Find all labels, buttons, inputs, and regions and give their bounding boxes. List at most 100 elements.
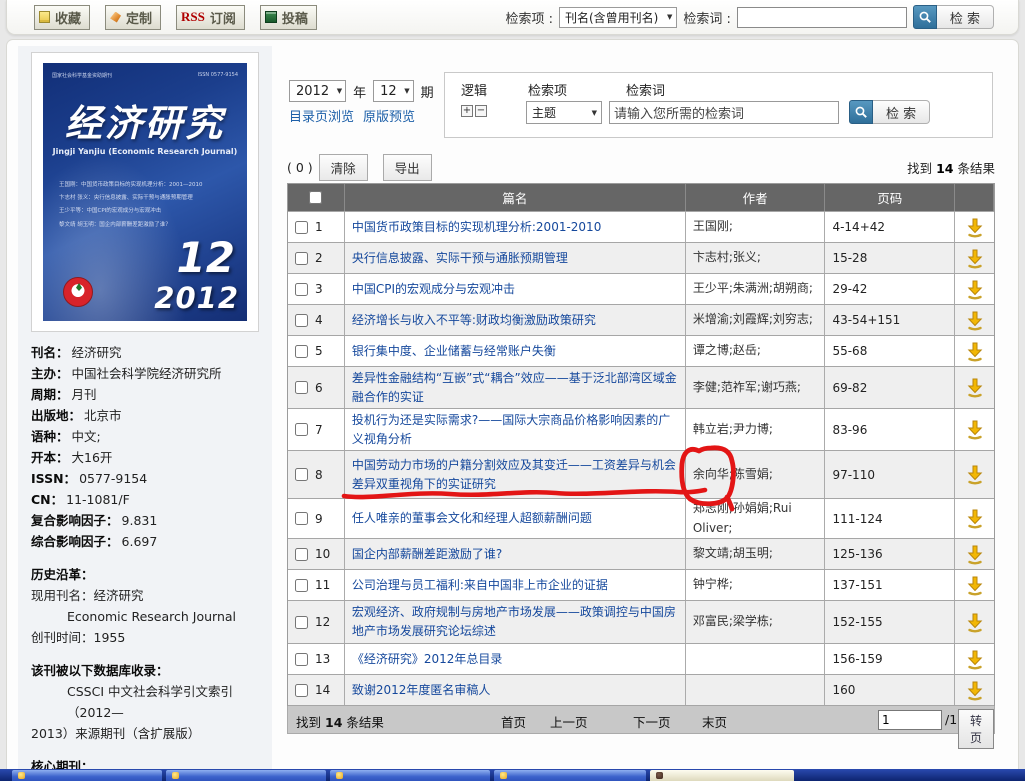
article-title-link[interactable]: 中国货币政策目标的实现机理分析:2001-2010 — [352, 218, 601, 237]
download-button[interactable] — [955, 409, 994, 450]
next-page-link[interactable]: 下一页 — [633, 712, 671, 731]
original-preview-link[interactable]: 原版预览 — [363, 106, 415, 125]
article-title-link[interactable]: 致谢2012年度匿名审稿人 — [352, 681, 491, 700]
download-button[interactable] — [955, 570, 994, 600]
taskbar-window-button[interactable] — [330, 770, 490, 781]
row-checkbox[interactable] — [295, 314, 308, 327]
download-button[interactable] — [955, 274, 994, 304]
form-search-button[interactable]: 检 索 — [849, 100, 930, 124]
row-checkbox[interactable] — [295, 548, 308, 561]
section-line: 现用刊名：经济研究 — [31, 585, 259, 606]
section-title: 历史沿革： — [31, 564, 259, 585]
table-row: 13《经济研究》2012年总目录156-159 — [288, 644, 994, 675]
article-title-link[interactable]: 公司治理与员工福利:来自中国非上市企业的证据 — [352, 576, 608, 595]
row-checkbox[interactable] — [295, 684, 308, 697]
year-select[interactable]: 2012 — [289, 80, 346, 102]
taskbar-window-button[interactable] — [494, 770, 646, 781]
taskbar-window-button[interactable] — [12, 770, 162, 781]
download-button[interactable] — [955, 212, 994, 242]
favorite-button[interactable]: 收藏 — [34, 5, 90, 30]
taskbar-window-button[interactable] — [166, 770, 326, 781]
search-input[interactable] — [737, 7, 907, 28]
row-checkbox[interactable] — [295, 653, 308, 666]
article-title-link[interactable]: 《经济研究》2012年总目录 — [352, 650, 503, 669]
taskbar-active-window-button[interactable] — [650, 770, 794, 781]
download-button[interactable] — [955, 367, 994, 408]
issue-select[interactable]: 12 — [373, 80, 414, 102]
download-button[interactable] — [955, 451, 994, 498]
customize-button[interactable]: 定制 — [105, 5, 161, 30]
row-checkbox[interactable] — [295, 579, 308, 592]
customize-label: 定制 — [126, 8, 152, 27]
search-button[interactable]: 检 索 — [913, 5, 994, 29]
download-button[interactable] — [955, 499, 994, 538]
search-term-label: 检索词 : — [683, 8, 731, 27]
row-number: 5 — [315, 344, 323, 358]
download-button[interactable] — [955, 336, 994, 366]
article-title-link[interactable]: 中国CPI的宏观成分与宏观冲击 — [352, 280, 515, 299]
row-checkbox[interactable] — [295, 616, 308, 629]
download-icon — [965, 217, 985, 238]
download-button[interactable] — [955, 644, 994, 674]
row-checkbox[interactable] — [295, 468, 308, 481]
submit-article-button[interactable]: 投稿 — [260, 5, 317, 30]
download-button[interactable] — [955, 305, 994, 335]
logic-header: 逻辑 — [461, 80, 487, 99]
pagination-bar: 找到 14 条结果 首页 上一页 下一页 末页 /1 转页 — [287, 706, 995, 734]
year-select-value: 2012 — [296, 84, 329, 99]
row-checkbox[interactable] — [295, 252, 308, 265]
download-icon — [965, 419, 985, 440]
page-number-input[interactable] — [878, 710, 942, 730]
toolbar-button-group: 收藏 定制 RSS 订阅 投稿 — [34, 5, 317, 30]
select-all-checkbox[interactable] — [309, 191, 322, 204]
row-checkbox[interactable] — [295, 381, 308, 394]
download-button[interactable] — [955, 675, 994, 705]
download-icon — [965, 680, 985, 701]
prev-page-link[interactable]: 上一页 — [550, 712, 588, 731]
row-checkbox[interactable] — [295, 221, 308, 234]
cover-article-list: 王国刚：中国货币政策目标的实现机理分析：2001—2010卞志村 张义：央行信息… — [59, 179, 239, 232]
rss-subscribe-button[interactable]: RSS 订阅 — [176, 5, 245, 30]
row-number: 11 — [315, 578, 330, 592]
article-authors: 王少平;朱满洲;胡朔商; — [693, 279, 813, 298]
article-title-link[interactable]: 国企内部薪酬差距激励了谁? — [352, 545, 502, 564]
download-button[interactable] — [955, 601, 994, 643]
first-page-link[interactable]: 首页 — [501, 712, 526, 731]
article-title-link[interactable]: 央行信息披露、实际干预与通胀预期管理 — [352, 249, 568, 268]
add-condition-button[interactable]: + — [461, 105, 473, 117]
last-page-link[interactable]: 末页 — [702, 712, 727, 731]
download-icon — [965, 248, 985, 269]
article-title-link[interactable]: 中国劳动力市场的户籍分割效应及其变迁——工资差异与机会差异双重视角下的实证研究 — [352, 456, 678, 493]
article-title-link[interactable]: 投机行为还是实际需求?——国际大宗商品价格影响因素的广义视角分析 — [352, 411, 678, 448]
table-row: 14致谢2012年度匿名审稿人160 — [288, 675, 994, 706]
table-row: 4经济增长与收入不平等:财政均衡激励政策研究米增渝;刘霞辉;刘穷志;43-54+… — [288, 305, 994, 336]
journal-issue-page: 收藏 定制 RSS 订阅 投稿 检索项 : 刊名(含曾用刊名) 检索词 : — [0, 0, 1025, 781]
article-title-link[interactable]: 差异性金融结构“互嵌”式“耦合”效应——基于泛北部湾区域金融合作的实证 — [352, 369, 678, 406]
toc-browse-link[interactable]: 目录页浏览 — [289, 106, 354, 125]
row-checkbox[interactable] — [295, 283, 308, 296]
row-checkbox[interactable] — [295, 512, 308, 525]
row-checkbox[interactable] — [295, 345, 308, 358]
download-button[interactable] — [955, 243, 994, 273]
clear-button[interactable]: 清除 — [319, 154, 368, 181]
info-value: 6.697 — [122, 531, 158, 552]
remove-condition-button[interactable]: − — [475, 105, 487, 117]
form-term-input[interactable] — [609, 101, 839, 124]
search-field-select[interactable]: 刊名(含曾用刊名) — [559, 7, 677, 28]
column-header: 作者 — [686, 184, 826, 211]
row-number: 1 — [315, 220, 323, 234]
article-title-link[interactable]: 任人唯亲的董事会文化和经理人超额薪酬问题 — [352, 509, 592, 528]
export-button[interactable]: 导出 — [383, 154, 432, 181]
cover-issn-text: ISSN 0577-9154 — [198, 72, 238, 79]
selected-count: ( 0 ) — [287, 160, 313, 175]
table-row: 5银行集中度、企业储蓄与经常账户失衡谭之博;赵岳;55-68 — [288, 336, 994, 367]
article-title-link[interactable]: 经济增长与收入不平等:财政均衡激励政策研究 — [352, 311, 596, 330]
go-to-page-button[interactable]: 转页 — [958, 709, 994, 749]
article-title-link[interactable]: 宏观经济、政府规制与房地产市场发展——政策调控与中国房地产市场发展研究论坛综述 — [352, 603, 678, 640]
row-number: 13 — [315, 652, 330, 666]
journal-info-row: 出版地：北京市 — [31, 405, 259, 426]
article-title-link[interactable]: 银行集中度、企业储蓄与经常账户失衡 — [352, 342, 556, 361]
download-button[interactable] — [955, 539, 994, 569]
row-checkbox[interactable] — [295, 423, 308, 436]
form-field-select[interactable]: 主题 — [526, 101, 602, 124]
